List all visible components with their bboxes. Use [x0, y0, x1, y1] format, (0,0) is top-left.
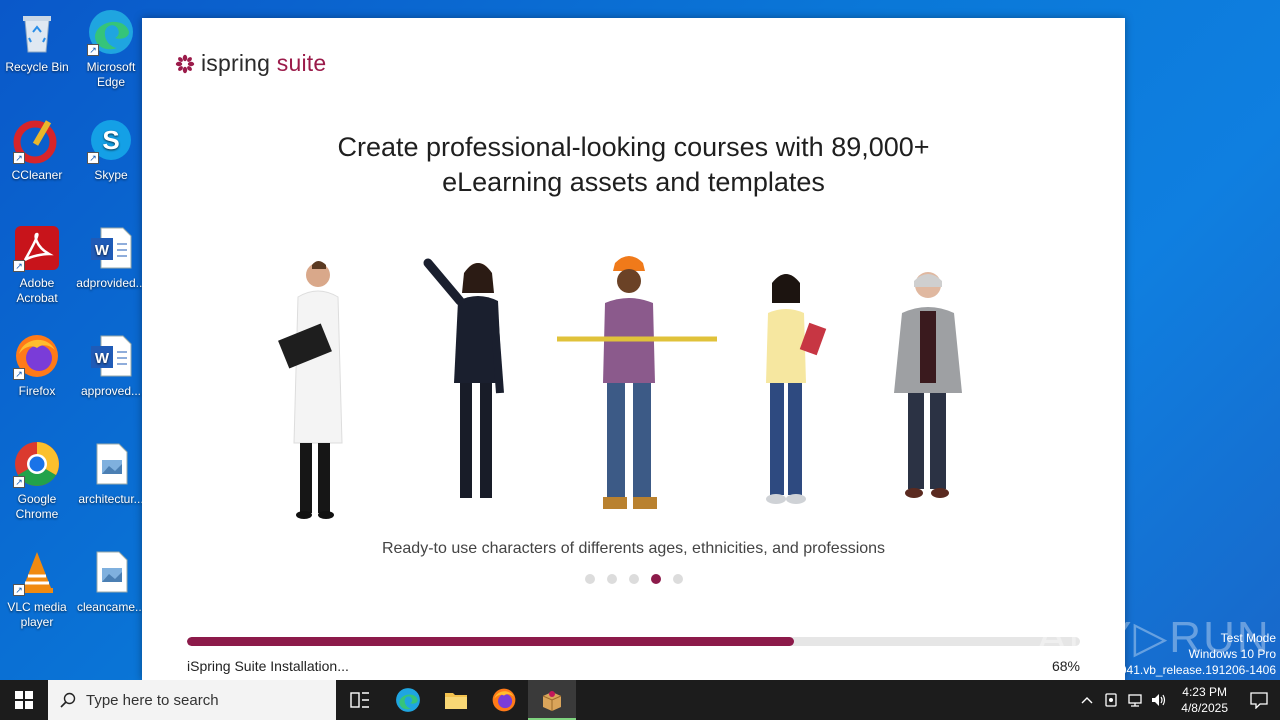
desktop-icon-label: Google Chrome [15, 492, 59, 521]
slide-caption: Ready-to use characters of differents ag… [381, 540, 886, 557]
task-view-button[interactable] [336, 680, 384, 720]
desktop-icon-label: VLC media player [7, 600, 67, 629]
desktop-icon-edge[interactable]: ↗ Microsoft Edge [75, 8, 147, 90]
desktop-icon-label: approved... [80, 384, 142, 398]
desktop-icon-label: Microsoft Edge [86, 60, 136, 89]
install-progress-bar [187, 637, 1080, 646]
edge-icon [396, 688, 420, 712]
desktop-icon-label: architectur... [78, 492, 144, 506]
taskbar-firefox-button[interactable] [480, 680, 528, 720]
install-status-text: iSpring Suite Installation... [187, 658, 349, 674]
headline-line-2: eLearning assets and templates [442, 167, 825, 197]
taskbar-edge-button[interactable] [384, 680, 432, 720]
desktop-icon-skype[interactable]: S ↗ Skype [75, 116, 147, 183]
search-icon [60, 692, 76, 708]
action-center-button[interactable] [1238, 680, 1280, 720]
taskbar-search-box[interactable]: Type here to search [48, 680, 336, 720]
ispring-flower-icon [175, 54, 195, 73]
svg-text:W: W [95, 350, 110, 367]
firefox-icon [492, 688, 516, 712]
windows-logo-icon [15, 691, 33, 709]
device-icon [1105, 693, 1117, 707]
desktop-icon-recycle-bin[interactable]: Recycle Bin [1, 8, 73, 75]
character-doctor [278, 261, 343, 519]
taskbar-clock[interactable]: 4:23 PM 4/8/2025 [1171, 684, 1238, 716]
slide-headline: Create professional-looking courses with… [142, 130, 1125, 200]
test-mode-line-3: 9041.vb_release.191206-1406 [1113, 663, 1276, 677]
notification-icon [1250, 692, 1268, 709]
search-placeholder: Type here to search [86, 691, 219, 709]
character-businesswoman [423, 258, 504, 498]
tray-device-button[interactable] [1099, 680, 1123, 720]
desktop-icon-firefox[interactable]: ↗ Firefox [1, 332, 73, 399]
tray-network-button[interactable] [1123, 680, 1147, 720]
test-mode-line-1: Test Mode [1220, 631, 1276, 645]
characters-illustration [278, 256, 962, 519]
desktop-icon-label: adprovided... [76, 276, 146, 290]
chrome-icon: ↗ [13, 440, 61, 488]
desktop-icon-label: Adobe Acrobat [16, 276, 58, 305]
word-document-icon: W [87, 332, 135, 380]
slide-dot-5[interactable] [673, 574, 683, 584]
desktop-icon-label: CCleaner [11, 168, 63, 182]
test-mode-notice: Test Mode Windows 10 Pro 9041.vb_release… [1113, 630, 1276, 678]
image-file-icon [87, 440, 135, 488]
slide-dot-4[interactable] [651, 574, 661, 584]
ccleaner-icon: ↗ [13, 116, 61, 164]
install-progress-fill [187, 637, 795, 646]
character-senior-man [894, 272, 962, 498]
desktop-icon-label: Skype [94, 168, 128, 182]
character-construction-worker [557, 256, 717, 509]
installer-window: ispring suite Create professional-lookin… [142, 18, 1125, 680]
desktop-icon-chrome[interactable]: ↗ Google Chrome [1, 440, 73, 522]
vlc-icon: ↗ [13, 548, 61, 596]
word-document-icon: W [87, 224, 135, 272]
acrobat-icon: ↗ [13, 224, 61, 272]
desktop-icon-word-doc-1[interactable]: W adprovided... [75, 224, 147, 291]
clock-time: 4:23 PM [1182, 685, 1227, 699]
volume-icon [1152, 694, 1166, 706]
task-view-icon [350, 692, 369, 708]
image-file-icon [87, 548, 135, 596]
clock-date: 4/8/2025 [1181, 701, 1228, 715]
desktop-icon-image-file-1[interactable]: architectur... [75, 440, 147, 507]
desktop-icon-vlc[interactable]: ↗ VLC media player [1, 548, 73, 630]
desktop-icon-acrobat[interactable]: ↗ Adobe Acrobat [1, 224, 73, 306]
start-button[interactable] [0, 680, 48, 720]
firefox-icon: ↗ [13, 332, 61, 380]
edge-icon: ↗ [87, 8, 135, 56]
taskbar: Type here to search 4:23 PM 4/8/2025 [0, 680, 1280, 720]
tray-volume-button[interactable] [1147, 680, 1171, 720]
ispring-logo: ispring suite [175, 50, 326, 77]
tray-overflow-button[interactable] [1075, 680, 1099, 720]
slide-dot-3[interactable] [629, 574, 639, 584]
brand-name: ispring [201, 50, 271, 76]
slide-dot-1[interactable] [585, 574, 595, 584]
headline-line-1: Create professional-looking courses with… [337, 132, 930, 162]
system-tray: 4:23 PM 4/8/2025 [1075, 680, 1280, 720]
recycle-bin-icon [13, 8, 61, 56]
folder-icon [445, 693, 467, 709]
svg-text:S: S [102, 125, 119, 155]
svg-text:W: W [95, 242, 110, 259]
brand-suffix: suite [276, 50, 327, 76]
desktop-icon-label: Firefox [18, 384, 56, 398]
desktop-icon-word-doc-2[interactable]: W approved... [75, 332, 147, 399]
taskbar-installer-button[interactable] [528, 680, 576, 720]
skype-icon: S ↗ [87, 116, 135, 164]
desktop-icon-ccleaner[interactable]: ↗ CCleaner [1, 116, 73, 183]
slide-dot-2[interactable] [607, 574, 617, 584]
network-icon [1128, 694, 1142, 707]
chevron-up-icon [1081, 697, 1093, 704]
taskbar-file-explorer-button[interactable] [432, 680, 480, 720]
test-mode-line-2: Windows 10 Pro [1188, 647, 1276, 661]
desktop-icon-label: Recycle Bin [5, 60, 69, 74]
desktop-icon-image-file-2[interactable]: cleancame... [75, 548, 147, 615]
installer-package-icon [542, 691, 562, 711]
character-student [766, 274, 827, 504]
slide-pagination [585, 574, 683, 584]
desktop-icon-label: cleancame... [76, 600, 146, 614]
